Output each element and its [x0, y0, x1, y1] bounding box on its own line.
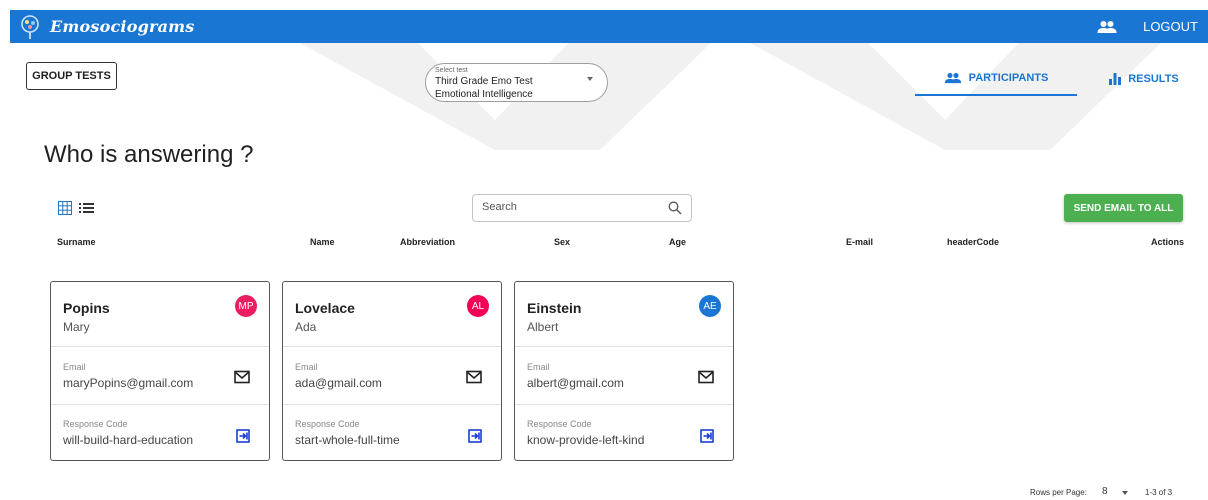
list-view-icon[interactable]	[79, 202, 94, 214]
response-code-label: Response Code	[295, 419, 360, 429]
participant-surname: Popins	[63, 300, 110, 316]
chevron-down-icon[interactable]	[1122, 491, 1128, 495]
people-icon	[944, 72, 961, 84]
app-brand: Emosociograms	[50, 17, 195, 36]
page-title: Who is answering ?	[44, 141, 254, 168]
card-divider	[283, 346, 501, 347]
avatar: AE	[699, 295, 721, 317]
participant-name: Ada	[295, 320, 317, 334]
participant-response-code: know-provide-left-kind	[527, 433, 645, 447]
email-label: Email	[295, 362, 318, 372]
mail-icon[interactable]	[698, 370, 714, 384]
participant-response-code: start-whole-full-time	[295, 433, 400, 447]
groups-icon[interactable]	[1095, 15, 1119, 39]
send-email-to-all-button[interactable]: SEND EMAIL TO ALL	[1064, 194, 1183, 222]
bar-chart-icon	[1109, 73, 1122, 85]
column-header-sex[interactable]: Sex	[554, 237, 570, 247]
column-header-email[interactable]: E-mail	[846, 237, 873, 247]
card-divider	[283, 404, 501, 405]
participant-card: Popins Mary MP Email maryPopins@gmail.co…	[50, 281, 270, 461]
column-header-age[interactable]: Age	[669, 237, 686, 247]
card-divider	[51, 346, 269, 347]
avatar: MP	[235, 295, 257, 317]
participant-surname: Lovelace	[295, 300, 355, 316]
participant-card: Einstein Albert AE Email albert@gmail.co…	[514, 281, 734, 461]
participant-surname: Einstein	[527, 300, 582, 316]
email-label: Email	[63, 362, 86, 372]
tab-results-label: RESULTS	[1128, 73, 1179, 85]
selected-test-category: Emotional Intelligence	[435, 89, 533, 100]
search-input[interactable]	[482, 201, 652, 213]
logo-icon	[18, 14, 42, 40]
column-header-actions: Actions	[1151, 237, 1185, 247]
search-icon[interactable]	[668, 201, 682, 215]
grid-view-icon[interactable]	[58, 201, 72, 215]
group-tests-button[interactable]: GROUP TESTS	[26, 62, 117, 90]
column-header-surname[interactable]: Surname	[57, 237, 96, 247]
participant-response-code: will-build-hard-education	[63, 433, 194, 447]
login-icon[interactable]	[468, 429, 482, 443]
selected-test-name: Third Grade Emo Test	[435, 76, 533, 87]
rows-per-page-select[interactable]: 8	[1102, 486, 1108, 497]
login-icon[interactable]	[700, 429, 714, 443]
response-code-label: Response Code	[527, 419, 592, 429]
search-box	[472, 194, 692, 222]
rows-per-page-label: Rows per Page:	[1030, 488, 1087, 497]
app-bar: Emosociograms LOGOUT	[10, 10, 1208, 43]
card-divider	[515, 346, 733, 347]
participant-email: albert@gmail.com	[527, 376, 624, 390]
card-divider	[515, 404, 733, 405]
participant-name: Albert	[527, 320, 559, 334]
column-header-abbreviation[interactable]: Abbreviation	[400, 237, 455, 247]
tab-results[interactable]: RESULTS	[1085, 62, 1203, 96]
column-header-name[interactable]: Name	[310, 237, 335, 247]
tab-participants-label: PARTICIPANTS	[968, 72, 1049, 84]
mail-icon[interactable]	[466, 370, 482, 384]
participant-email: ada@gmail.com	[295, 376, 382, 390]
card-divider	[51, 404, 269, 405]
pagination-range: 1-3 of 3	[1145, 488, 1173, 497]
participant-email: maryPopins@gmail.com	[63, 376, 194, 390]
login-icon[interactable]	[236, 429, 250, 443]
select-test-dropdown[interactable]: Select test Third Grade Emo Test Emotion…	[425, 63, 608, 102]
chevron-down-icon	[587, 77, 593, 81]
participant-name: Mary	[63, 320, 90, 334]
tab-participants[interactable]: PARTICIPANTS	[915, 62, 1077, 96]
participant-card: Lovelace Ada AL Email ada@gmail.com Resp…	[282, 281, 502, 461]
column-header-code[interactable]: headerCode	[947, 237, 999, 247]
avatar: AL	[467, 295, 489, 317]
mail-icon[interactable]	[234, 370, 250, 384]
logout-button[interactable]: LOGOUT	[1143, 19, 1198, 34]
email-label: Email	[527, 362, 550, 372]
response-code-label: Response Code	[63, 419, 128, 429]
select-test-label: Select test	[435, 67, 468, 74]
